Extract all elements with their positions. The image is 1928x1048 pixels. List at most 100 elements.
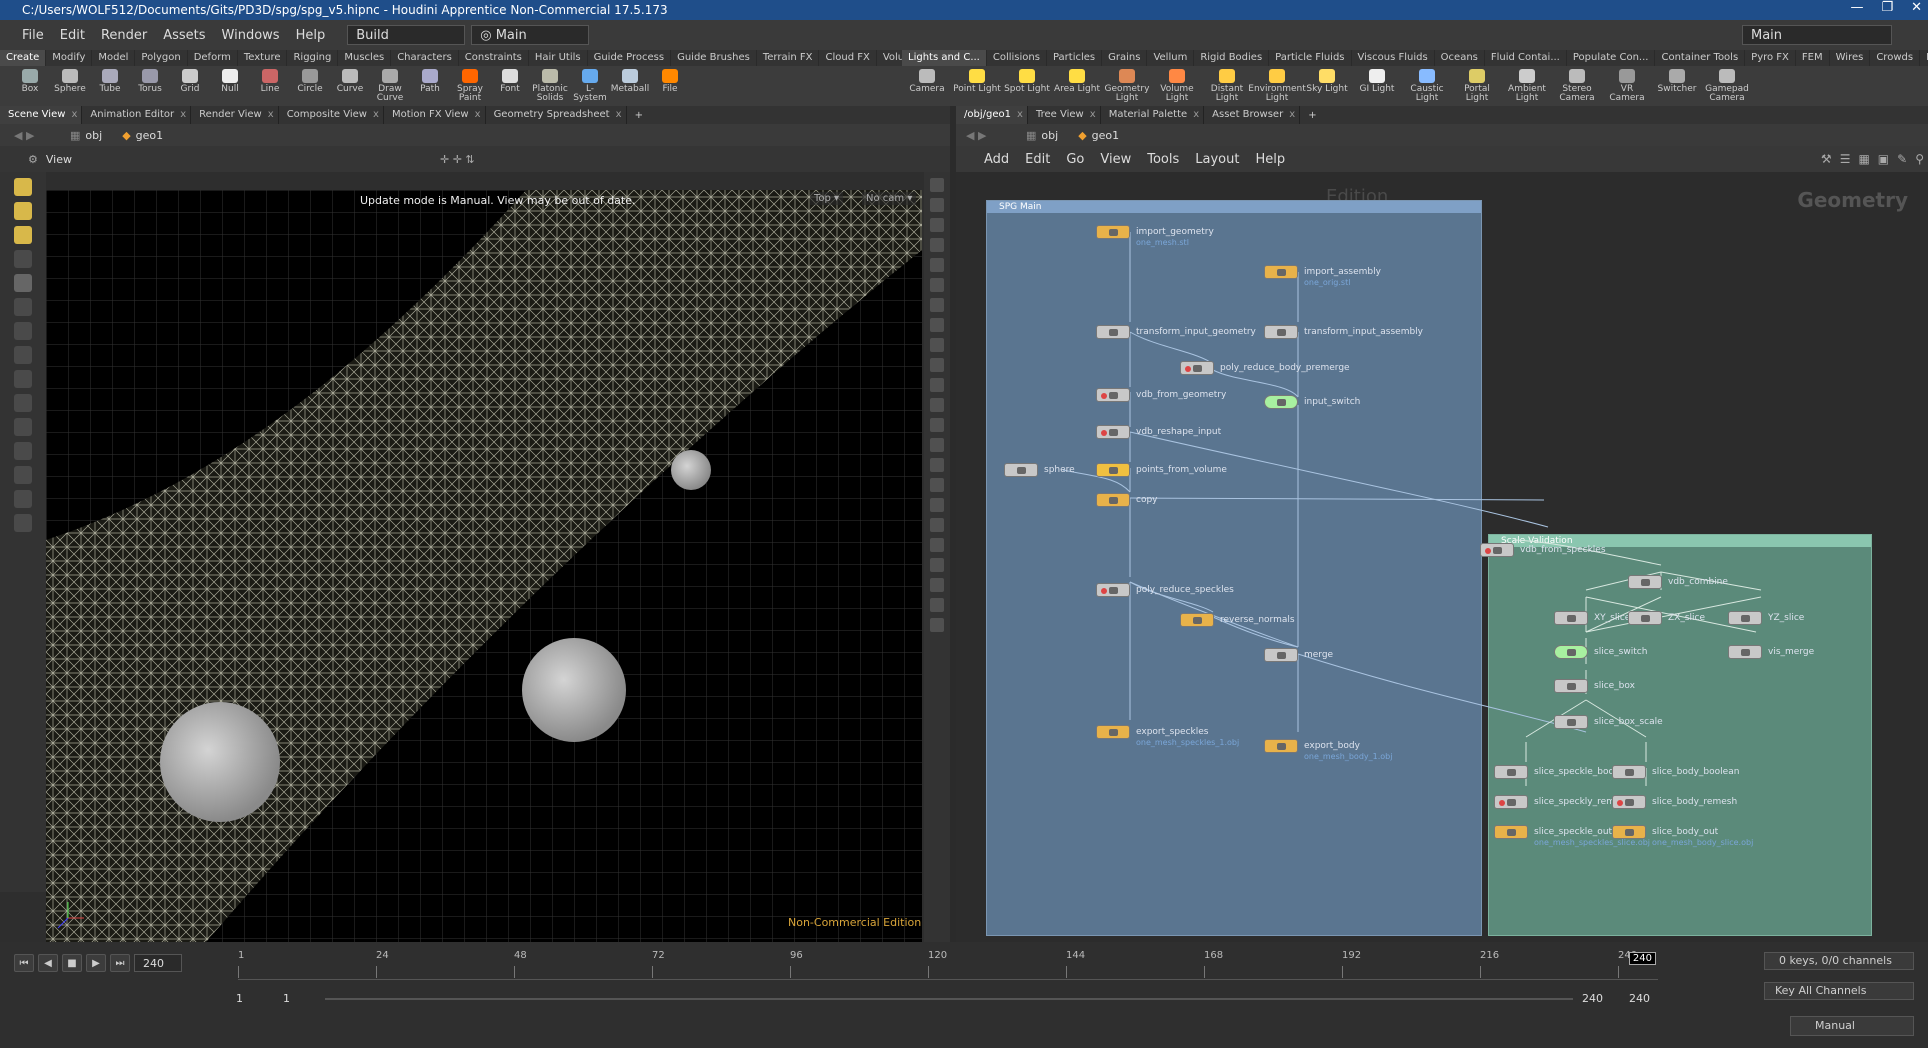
node-transform-input-geometry[interactable]: transform_input_geometry — [1096, 324, 1256, 340]
light-tool-icon[interactable] — [14, 490, 32, 508]
points-icon[interactable] — [930, 358, 944, 372]
node-yz-slice[interactable]: YZ_slice — [1728, 610, 1804, 626]
play-icon[interactable]: ▶ — [86, 954, 106, 972]
tab-asset-browser[interactable]: Asset Browser x — [1204, 106, 1301, 124]
tool-ambient-light[interactable]: Ambient Light — [1502, 66, 1552, 103]
path-geo1[interactable]: ◆ geo1 — [112, 129, 173, 142]
node-icon[interactable] — [1264, 325, 1298, 339]
shelf-tab-wires[interactable]: Wires — [1830, 50, 1871, 66]
node-icon[interactable] — [1728, 611, 1762, 625]
net-menu-add[interactable]: Add — [976, 152, 1017, 167]
desktop-select[interactable]: Build — [347, 25, 466, 45]
keys-channels-field[interactable]: 0 keys, 0/0 channels — [1764, 952, 1914, 970]
tool-torus[interactable]: Torus — [130, 66, 170, 106]
path-geo1[interactable]: ◆ geo1 — [1068, 129, 1129, 142]
shelf-tab-fem[interactable]: FEM — [1796, 50, 1830, 66]
add-tab-icon[interactable]: + — [627, 110, 651, 121]
scale-tool-icon[interactable] — [14, 346, 32, 364]
tool-point-light[interactable]: Point Light — [952, 66, 1002, 103]
node-slice-body-boolean[interactable]: slice_body_boolean — [1612, 764, 1739, 780]
normals-icon[interactable] — [930, 378, 944, 392]
render-region-icon[interactable] — [930, 318, 944, 332]
node-export-speckles[interactable]: export_speckles one_mesh_speckles_1.obj — [1096, 724, 1239, 747]
close-tab-icon[interactable]: x — [475, 106, 481, 124]
camera-dropdown[interactable]: No cam ▾ — [862, 192, 917, 205]
node-icon[interactable] — [1096, 493, 1130, 507]
play-reverse-icon[interactable]: ◀ — [38, 954, 58, 972]
shelf-tab-constraints[interactable]: Constraints — [459, 50, 529, 66]
render-tool-icon[interactable] — [14, 514, 32, 532]
node-slice-switch[interactable]: slice_switch — [1554, 644, 1647, 660]
handle-tool-3-icon[interactable] — [14, 226, 32, 244]
node-reverse-normals[interactable]: reverse_normals — [1180, 612, 1295, 628]
node-icon[interactable] — [1004, 463, 1038, 477]
shelf-tab-muscles[interactable]: Muscles — [338, 50, 392, 66]
bulb-icon[interactable] — [930, 298, 944, 312]
tool-platonic-solids[interactable]: Platonic Solids — [530, 66, 570, 106]
range-end2-field[interactable]: 240 — [1629, 992, 1650, 1005]
node-import-assembly[interactable]: import_assembly one_orig.stl — [1264, 264, 1381, 287]
view-handles-icon[interactable]: ✛ ✛ ⇅ — [440, 153, 475, 166]
node-icon[interactable] — [1494, 825, 1528, 839]
pen-icon[interactable] — [930, 538, 944, 552]
shelf-tab-texture[interactable]: Texture — [238, 50, 288, 66]
timeline-ruler[interactable]: 1 24 48 72 96 120 144 168 192 216 240 240 — [238, 948, 1658, 980]
shelf-tab-crowds[interactable]: Crowds — [1870, 50, 1921, 66]
shelf-tab-modify[interactable]: Modify — [46, 50, 93, 66]
node-icon[interactable] — [1096, 425, 1130, 439]
ghost-icon[interactable] — [930, 238, 944, 252]
menu-file[interactable]: File — [14, 28, 52, 43]
shelf-tab-terrain-fx[interactable]: Terrain FX — [757, 50, 820, 66]
path-obj[interactable]: ▦ obj — [60, 129, 112, 142]
shelf-tab-collisions[interactable]: Collisions — [987, 50, 1047, 66]
menu-render[interactable]: Render — [93, 28, 155, 43]
shelf-tab-hair-utils[interactable]: Hair Utils — [529, 50, 588, 66]
node-icon[interactable] — [1096, 583, 1130, 597]
node-slice-box[interactable]: slice_box — [1554, 678, 1635, 694]
node-icon[interactable] — [1554, 611, 1588, 625]
close-tab-icon[interactable]: x — [71, 106, 77, 124]
close-tab-icon[interactable]: x — [373, 106, 379, 124]
lock-camera-icon[interactable] — [930, 218, 944, 232]
net-menu-tools[interactable]: Tools — [1139, 152, 1187, 167]
desktop-right-select[interactable]: Main — [1742, 25, 1892, 45]
shelf-tab-fluid-contai[interactable]: Fluid Contai... — [1485, 50, 1567, 66]
tool-volume-light[interactable]: Volume Light — [1152, 66, 1202, 103]
node-points-from-volume[interactable]: points_from_volume — [1096, 462, 1227, 478]
close-tab-icon[interactable]: x — [1289, 106, 1295, 124]
tool-box[interactable]: Box — [10, 66, 50, 106]
move-tool-icon[interactable] — [14, 298, 32, 316]
close-tab-icon[interactable]: x — [1090, 106, 1096, 124]
node-vis-merge[interactable]: vis_merge — [1728, 644, 1814, 660]
current-frame-field[interactable]: 240 — [134, 954, 182, 972]
restore-icon[interactable]: ❐ — [1881, 0, 1893, 15]
node-poly-reduce-speckles[interactable]: poly_reduce_speckles — [1096, 582, 1234, 598]
shelf-tab-model[interactable]: Model — [92, 50, 136, 66]
node-icon[interactable] — [1096, 225, 1130, 239]
bucket-icon[interactable] — [930, 478, 944, 492]
tool-null[interactable]: Null — [210, 66, 250, 106]
node-icon[interactable] — [1096, 463, 1130, 477]
tool-tube[interactable]: Tube — [90, 66, 130, 106]
node-input-switch[interactable]: input_switch — [1264, 394, 1360, 410]
tab-network-obj-geo1[interactable]: /obj/geo1 x — [956, 106, 1028, 124]
net-menu-go[interactable]: Go — [1058, 152, 1092, 167]
tab-material-palette[interactable]: Material Palette x — [1101, 106, 1205, 124]
tool-line[interactable]: Line — [250, 66, 290, 106]
network-editor[interactable]: Edition Geometry SPG Main Scale Validati… — [956, 172, 1928, 942]
close-tab-icon[interactable]: x — [616, 106, 622, 124]
tool-vr-camera[interactable]: VR Camera — [1602, 66, 1652, 103]
node-copy[interactable]: copy — [1096, 492, 1158, 508]
node-slice-box-scale[interactable]: slice_box_scale — [1554, 714, 1663, 730]
tool-switcher[interactable]: Switcher — [1652, 66, 1702, 103]
shelf-tab-cloud-fx[interactable]: Cloud FX — [819, 50, 877, 66]
tool-file[interactable]: File — [650, 66, 690, 106]
path-obj[interactable]: ▦ obj — [1016, 129, 1068, 142]
tool-distant-light[interactable]: Distant Light — [1202, 66, 1252, 103]
select-icon[interactable] — [930, 518, 944, 532]
image-icon[interactable]: ▣ — [1878, 152, 1889, 166]
camera-tool-icon[interactable] — [14, 466, 32, 484]
node-icon[interactable] — [1612, 825, 1646, 839]
magnet-tool-icon[interactable] — [14, 442, 32, 460]
node-icon[interactable] — [1628, 611, 1662, 625]
